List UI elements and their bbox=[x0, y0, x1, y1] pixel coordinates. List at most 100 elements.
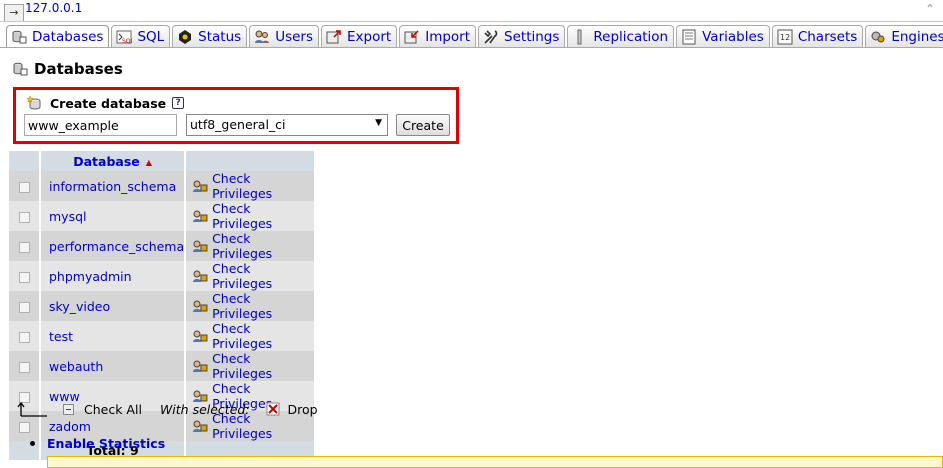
check-all-checkbox[interactable] bbox=[63, 403, 74, 415]
tab-label: Databases bbox=[32, 29, 104, 45]
table-row: webauth Check Privileges bbox=[9, 351, 315, 381]
check-privileges-label: Check Privileges bbox=[212, 321, 273, 351]
drop-icon[interactable] bbox=[266, 402, 280, 416]
create-database-label: Create database bbox=[50, 95, 167, 111]
enable-statistics-link[interactable]: Enable Statistics bbox=[47, 436, 165, 451]
row-checkbox-cell bbox=[9, 201, 39, 231]
tab-charsets[interactable]: 12 Charsets bbox=[771, 25, 864, 47]
create-button[interactable]: Create bbox=[396, 114, 450, 136]
tab-export[interactable]: Export bbox=[321, 25, 398, 47]
check-privileges-link[interactable]: Check Privileges bbox=[192, 351, 314, 381]
status-icon bbox=[179, 29, 192, 44]
tab-label: Charsets bbox=[797, 28, 858, 45]
settings-icon bbox=[484, 29, 498, 44]
tab-variables[interactable]: Variables bbox=[676, 25, 770, 47]
check-privileges-label: Check Privileges bbox=[212, 171, 273, 201]
replication-icon bbox=[577, 29, 582, 44]
column-header-actions bbox=[186, 151, 315, 171]
tab-label: SQL bbox=[137, 28, 165, 45]
sort-ascending-icon: ▲ bbox=[145, 157, 152, 167]
collapse-up-icon[interactable]: ⌃ bbox=[925, 2, 935, 16]
check-privileges-link[interactable]: Check Privileges bbox=[192, 231, 314, 261]
arrow-right-icon: → bbox=[9, 6, 19, 19]
check-privileges-link[interactable]: Check Privileges bbox=[192, 171, 314, 201]
column-header-database[interactable]: Database ▲ bbox=[41, 151, 185, 171]
privileges-icon bbox=[193, 240, 208, 252]
row-checkbox[interactable] bbox=[18, 331, 30, 343]
divider bbox=[0, 47, 943, 48]
table-row: performance_schema Check Privileges bbox=[9, 231, 315, 261]
database-name-link[interactable]: phpmyadmin bbox=[41, 261, 185, 291]
divider bbox=[0, 21, 943, 22]
server-breadcrumb[interactable]: 127.0.0.1 bbox=[25, 1, 82, 15]
row-checkbox-cell bbox=[9, 291, 39, 321]
check-privileges-label: Check Privileges bbox=[212, 201, 273, 231]
tab-engines[interactable]: Engines bbox=[865, 25, 943, 47]
tab-replication[interactable]: Replication bbox=[567, 25, 675, 47]
database-name-link[interactable]: performance_schema bbox=[41, 231, 185, 261]
new-database-icon bbox=[26, 95, 41, 110]
table-row: phpmyadmin Check Privileges bbox=[9, 261, 315, 291]
privileges-icon bbox=[193, 330, 208, 342]
database-name-link[interactable]: webauth bbox=[41, 351, 185, 381]
database-name-link[interactable]: mysql bbox=[41, 201, 185, 231]
check-privileges-label: Check Privileges bbox=[212, 231, 273, 261]
row-checkbox[interactable] bbox=[18, 421, 30, 433]
tab-label: Import bbox=[425, 28, 471, 45]
row-checkbox-cell bbox=[9, 171, 39, 201]
row-checkbox-cell bbox=[9, 261, 39, 291]
main-tabs: Databases SQL SQL Status Users Export Import Se… bbox=[6, 25, 943, 48]
tab-sql[interactable]: SQL SQL bbox=[111, 25, 171, 47]
row-checkbox[interactable] bbox=[18, 211, 30, 223]
collation-select[interactable]: utf8_general_ci ▼ bbox=[186, 114, 388, 136]
arrow-ltr-icon bbox=[17, 401, 47, 417]
database-icon bbox=[12, 30, 27, 44]
row-checkbox-cell bbox=[9, 321, 39, 351]
tab-label: Status bbox=[198, 28, 242, 45]
row-checkbox[interactable] bbox=[18, 241, 30, 253]
check-privileges-link[interactable]: Check Privileges bbox=[192, 291, 314, 321]
check-privileges-link[interactable]: Check Privileges bbox=[192, 201, 314, 231]
create-database-legend: Create database ? bbox=[26, 95, 185, 111]
check-privileges-label: Check Privileges bbox=[212, 351, 273, 381]
check-privileges-cell: Check Privileges bbox=[186, 351, 315, 381]
tab-users[interactable]: Users bbox=[249, 25, 320, 47]
check-privileges-link[interactable]: Check Privileges bbox=[192, 321, 314, 351]
import-icon bbox=[404, 29, 419, 43]
with-selected-label: With selected: bbox=[159, 401, 250, 417]
row-checkbox[interactable] bbox=[18, 181, 30, 193]
column-header-label: Database bbox=[73, 153, 140, 169]
page-title-text: Databases bbox=[34, 60, 123, 78]
help-icon[interactable]: ? bbox=[172, 97, 185, 109]
tab-label: Users bbox=[275, 28, 314, 45]
tab-status[interactable]: Status bbox=[172, 25, 248, 47]
collation-value: utf8_general_ci bbox=[190, 117, 286, 132]
database-name-input[interactable] bbox=[24, 114, 177, 136]
page-title: Databases bbox=[12, 60, 123, 78]
check-all-label[interactable]: Check All bbox=[84, 402, 142, 417]
notice-box bbox=[47, 456, 943, 468]
row-checkbox[interactable] bbox=[18, 301, 30, 313]
drop-label[interactable]: Drop bbox=[288, 402, 318, 417]
row-checkbox-cell bbox=[9, 231, 39, 261]
tab-import[interactable]: Import bbox=[399, 25, 477, 47]
tab-databases[interactable]: Databases bbox=[6, 25, 110, 48]
tab-settings[interactable]: Settings bbox=[478, 25, 566, 47]
statistics-list: Enable Statistics bbox=[30, 436, 165, 451]
row-checkbox[interactable] bbox=[18, 361, 30, 373]
table-header-row: Database ▲ bbox=[9, 151, 315, 171]
table-row: sky_video Check Privileges bbox=[9, 291, 315, 321]
check-privileges-cell: Check Privileges bbox=[186, 291, 315, 321]
database-icon bbox=[13, 62, 28, 76]
database-name-link[interactable]: test bbox=[41, 321, 185, 351]
table-row: test Check Privileges bbox=[9, 321, 315, 351]
tab-label: Engines bbox=[891, 28, 943, 45]
tab-label: Settings bbox=[504, 28, 560, 45]
engines-icon bbox=[871, 31, 885, 42]
navigation-toggle[interactable]: → bbox=[4, 4, 24, 22]
database-name-link[interactable]: information_schema bbox=[41, 171, 185, 201]
row-checkbox[interactable] bbox=[18, 271, 30, 283]
database-name-link[interactable]: sky_video bbox=[41, 291, 185, 321]
charsets-icon: 12 bbox=[777, 29, 793, 44]
check-privileges-link[interactable]: Check Privileges bbox=[192, 261, 314, 291]
